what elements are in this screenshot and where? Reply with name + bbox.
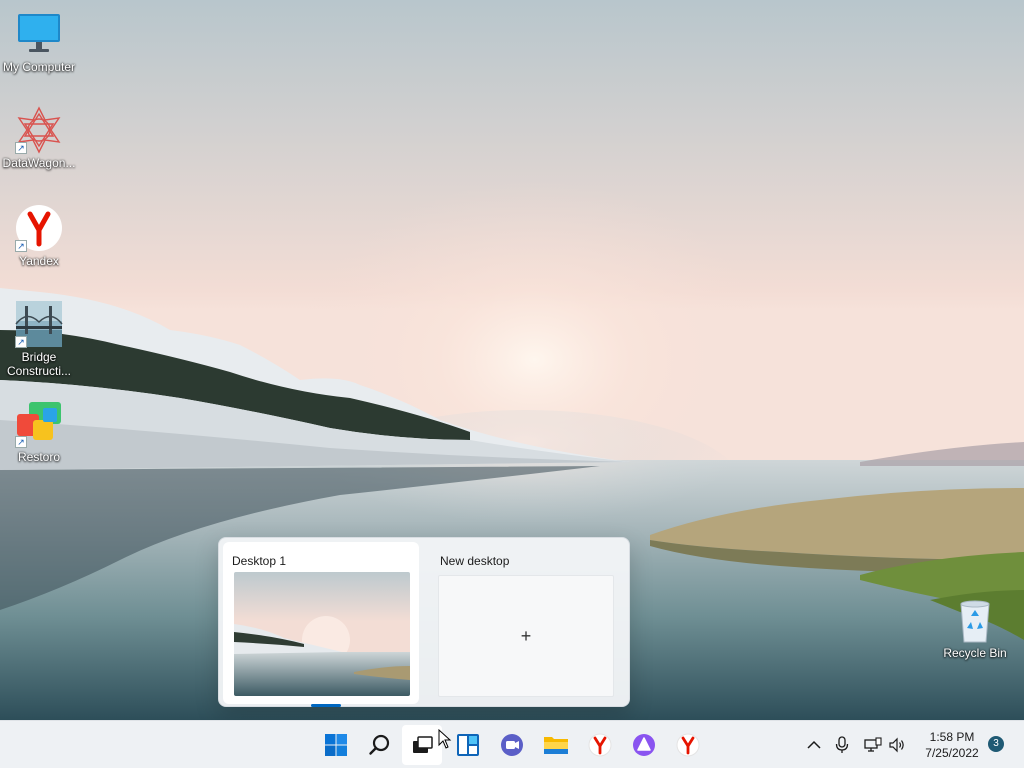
- new-desktop-button[interactable]: +: [438, 575, 614, 697]
- desktop-icon-label: Restoro: [17, 450, 61, 464]
- notification-badge[interactable]: 3: [988, 736, 1004, 752]
- windows-start-icon: [325, 734, 347, 756]
- volume-button[interactable]: [886, 721, 910, 768]
- network-icon: [864, 737, 882, 752]
- desktop-icon-bridge-construction[interactable]: ↗ Bridge Constructi...: [1, 300, 77, 378]
- shortcut-arrow-icon: ↗: [15, 142, 27, 154]
- alice-button[interactable]: [624, 725, 664, 765]
- volume-icon: [889, 737, 904, 753]
- virtual-desktop-thumbnail[interactable]: [234, 572, 410, 696]
- yandex-button[interactable]: [668, 725, 708, 765]
- show-hidden-icons-button[interactable]: [802, 721, 826, 768]
- yandex-icon: ↗: [15, 204, 63, 252]
- desktop-icon-yandex[interactable]: ↗ Yandex: [1, 204, 77, 268]
- active-desktop-indicator: [311, 704, 341, 707]
- bridge-construction-icon: ↗: [15, 300, 63, 348]
- desktop-icon-restoro[interactable]: ↗ Restoro: [1, 400, 77, 464]
- shortcut-arrow-icon: ↗: [15, 240, 27, 252]
- restoro-icon: ↗: [15, 400, 63, 448]
- yandex-browser-button[interactable]: [580, 725, 620, 765]
- shortcut-arrow-icon: ↗: [15, 336, 27, 348]
- desktop-icon-label: Yandex: [19, 254, 59, 268]
- clock-button[interactable]: 1:58 PM 7/25/2022: [916, 729, 988, 761]
- alice-icon: [633, 734, 655, 756]
- widgets-icon: [457, 734, 479, 756]
- microphone-button[interactable]: [830, 721, 854, 768]
- new-desktop-card[interactable]: New desktop +: [431, 542, 627, 704]
- chat-icon: [501, 734, 523, 756]
- start-button[interactable]: [316, 725, 356, 765]
- chat-button[interactable]: [492, 725, 532, 765]
- microphone-icon: [835, 736, 849, 753]
- desktop-icon-my-computer[interactable]: My Computer: [1, 10, 77, 74]
- plus-icon: +: [520, 625, 532, 646]
- clock-time: 1:58 PM: [929, 730, 975, 744]
- task-view-button[interactable]: [402, 725, 442, 765]
- yandex-icon: [676, 733, 700, 757]
- clock-date: 7/25/2022: [925, 746, 979, 760]
- desktop-icon-label: DataWagon...: [2, 156, 76, 170]
- search-button[interactable]: [360, 725, 400, 765]
- widgets-button[interactable]: [448, 725, 488, 765]
- search-icon: [369, 734, 390, 755]
- new-desktop-title: New desktop: [440, 554, 510, 568]
- desktop-icon-label: My Computer: [2, 60, 76, 74]
- virtual-desktop-title: Desktop 1: [232, 554, 287, 568]
- yandex-icon: [588, 733, 612, 757]
- desktop-icon-label: Recycle Bin: [943, 646, 1007, 660]
- network-button[interactable]: [862, 721, 884, 768]
- desktop-icon-datawagon[interactable]: ↗ DataWagon...: [1, 106, 77, 170]
- task-view-panel: Desktop 1 New desktop +: [218, 537, 630, 707]
- recycle-bin-icon: [951, 596, 999, 644]
- desktop-icon-recycle-bin[interactable]: Recycle Bin: [937, 596, 1013, 660]
- monitor-icon: [15, 10, 63, 58]
- virtual-desktop-1[interactable]: Desktop 1: [223, 542, 419, 707]
- task-view-icon: [413, 736, 433, 753]
- datawagon-icon: ↗: [15, 106, 63, 154]
- mouse-cursor-icon: [438, 729, 452, 749]
- taskbar: 1:58 PM 7/25/2022: [0, 720, 1024, 768]
- chevron-up-icon: [807, 740, 821, 749]
- file-explorer-icon: [544, 737, 568, 754]
- desktop-icon-label: Bridge Constructi...: [6, 350, 72, 378]
- file-explorer-button[interactable]: [536, 725, 576, 765]
- shortcut-arrow-icon: ↗: [15, 436, 27, 448]
